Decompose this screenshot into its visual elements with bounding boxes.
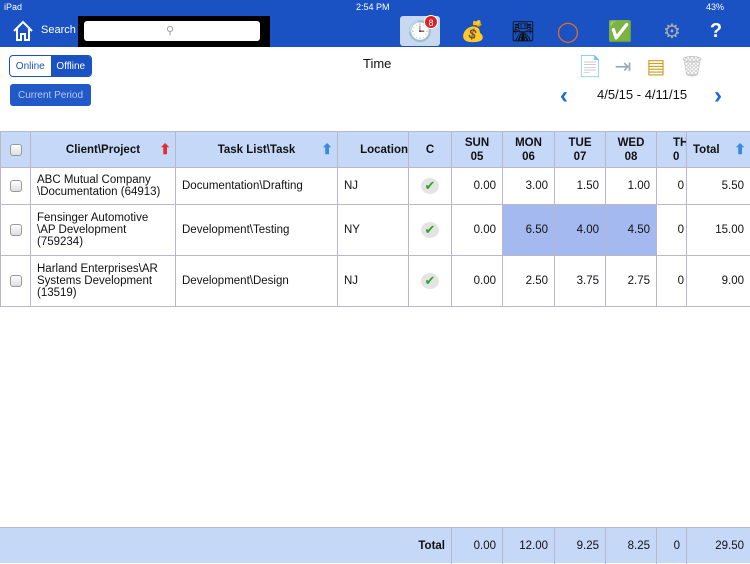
- online-offline-toggle[interactable]: Online Offline: [9, 55, 92, 77]
- column-client[interactable]: Client\Project⬆: [31, 132, 176, 168]
- totals-row: Total 0.00 12.00 9.25 8.25 0 29.50: [0, 527, 750, 563]
- road-icon[interactable]: 🛣: [503, 16, 543, 46]
- approval-icon[interactable]: ✅: [600, 16, 640, 46]
- help-icon[interactable]: ?: [696, 16, 736, 46]
- table-header: Client\Project⬆ Task List\Task⬆ Location…: [1, 132, 750, 168]
- column-location[interactable]: Location: [338, 132, 409, 168]
- table-row[interactable]: Harland Enterprises\AR Systems Developme…: [1, 256, 750, 307]
- status-bar: iPad 2:54 PM 43%: [0, 0, 750, 15]
- row-total: 15.00: [687, 205, 750, 256]
- row-checkbox[interactable]: [10, 275, 22, 287]
- checkmark-icon: ✔: [421, 178, 439, 194]
- tue-hours[interactable]: 3.75: [555, 256, 606, 307]
- export-icon[interactable]: ⇥: [611, 53, 635, 79]
- location-cell[interactable]: NJ: [338, 256, 409, 307]
- timesheet-icon[interactable]: 🕒8: [400, 16, 440, 46]
- clock: 2:54 PM: [356, 2, 390, 12]
- wed-hours[interactable]: 2.75: [606, 256, 657, 307]
- sort-arrow-icon[interactable]: ⬆: [734, 142, 746, 156]
- sync-icon[interactable]: ◯: [548, 16, 588, 46]
- column-wed[interactable]: WED08: [606, 132, 657, 168]
- client-project-cell[interactable]: Harland Enterprises\AR Systems Developme…: [31, 256, 176, 307]
- online-option[interactable]: Online: [10, 56, 51, 76]
- sun-hours[interactable]: 0.00: [452, 256, 503, 307]
- battery-level: 43%: [706, 2, 724, 12]
- expense-icon[interactable]: 💰: [453, 16, 493, 46]
- time-table: Client\Project⬆ Task List\Task⬆ Location…: [0, 131, 750, 307]
- notification-badge: 8: [424, 15, 438, 29]
- client-project-cell[interactable]: ABC Mutual Company \Documentation (64913…: [31, 168, 176, 205]
- checkmark-icon: ✔: [421, 222, 439, 238]
- offline-option[interactable]: Offline: [51, 56, 92, 76]
- date-range: 4/5/15 - 4/11/15: [597, 87, 687, 102]
- device-label: iPad: [4, 2, 22, 12]
- row-total: 9.00: [687, 256, 750, 307]
- mon-hours[interactable]: 6.50: [503, 205, 555, 256]
- column-c[interactable]: C: [409, 132, 452, 168]
- total-wed: 8.25: [605, 528, 656, 564]
- column-sun[interactable]: SUN05: [452, 132, 503, 168]
- mon-hours[interactable]: 2.50: [503, 256, 555, 307]
- wed-hours[interactable]: 1.00: [606, 168, 657, 205]
- total-tue: 9.25: [554, 528, 605, 564]
- sun-hours[interactable]: 0.00: [452, 168, 503, 205]
- settings-icon[interactable]: ⚙: [652, 16, 692, 46]
- location-cell[interactable]: NY: [338, 205, 409, 256]
- wed-hours[interactable]: 4.50: [606, 205, 657, 256]
- previous-period-button[interactable]: ‹: [560, 82, 568, 110]
- column-mon[interactable]: MON06: [503, 132, 555, 168]
- row-checkbox[interactable]: [10, 224, 22, 236]
- table-row[interactable]: Fensinger Automotive \AP Development (75…: [1, 205, 750, 256]
- select-all-checkbox[interactable]: [10, 144, 22, 156]
- task-cell[interactable]: Development\Testing: [176, 205, 338, 256]
- total-thu: 0: [656, 528, 686, 564]
- checkmark-icon: ✔: [421, 273, 439, 289]
- page-title: Time: [363, 56, 391, 71]
- column-thu[interactable]: TH0: [657, 132, 687, 168]
- grand-total: 29.50: [686, 528, 750, 564]
- sort-arrow-icon[interactable]: ⬆: [159, 142, 171, 156]
- task-cell[interactable]: Development\Design: [176, 256, 338, 307]
- total-label: Total: [0, 528, 451, 564]
- client-project-cell[interactable]: Fensinger Automotive \AP Development (75…: [31, 205, 176, 256]
- total-mon: 12.00: [502, 528, 554, 564]
- thu-hours[interactable]: 0: [657, 256, 687, 307]
- home-icon[interactable]: [12, 20, 34, 42]
- search-label: Search: [41, 24, 76, 36]
- tue-hours[interactable]: 1.50: [555, 168, 606, 205]
- column-total[interactable]: Total⬆: [687, 132, 750, 168]
- thu-hours[interactable]: 0: [657, 205, 687, 256]
- import-icon[interactable]: ▤: [644, 53, 668, 79]
- table-row[interactable]: ABC Mutual Company \Documentation (64913…: [1, 168, 750, 205]
- sun-hours[interactable]: 0.00: [452, 205, 503, 256]
- next-period-button[interactable]: ›: [714, 82, 722, 110]
- copy-icon[interactable]: 📄: [578, 53, 602, 79]
- sort-arrow-icon[interactable]: ⬆: [321, 142, 333, 156]
- total-sun: 0.00: [451, 528, 502, 564]
- column-task[interactable]: Task List\Task⬆: [176, 132, 338, 168]
- column-tue[interactable]: TUE07: [555, 132, 606, 168]
- trash-icon[interactable]: 🗑: [680, 53, 704, 79]
- thu-hours[interactable]: 0: [657, 168, 687, 205]
- task-cell[interactable]: Documentation\Drafting: [176, 168, 338, 205]
- row-checkbox[interactable]: [10, 180, 22, 192]
- search-icon: ⚲: [166, 24, 174, 37]
- location-cell[interactable]: NJ: [338, 168, 409, 205]
- tue-hours[interactable]: 4.00: [555, 205, 606, 256]
- search-container: ⚲: [78, 16, 270, 47]
- current-period-button[interactable]: Current Period: [10, 84, 91, 106]
- top-nav: Search ⚲ 🕒8 💰 🛣 ◯ ✅ ⚙ ?: [0, 15, 750, 47]
- row-total: 5.50: [687, 168, 750, 205]
- mon-hours[interactable]: 3.00: [503, 168, 555, 205]
